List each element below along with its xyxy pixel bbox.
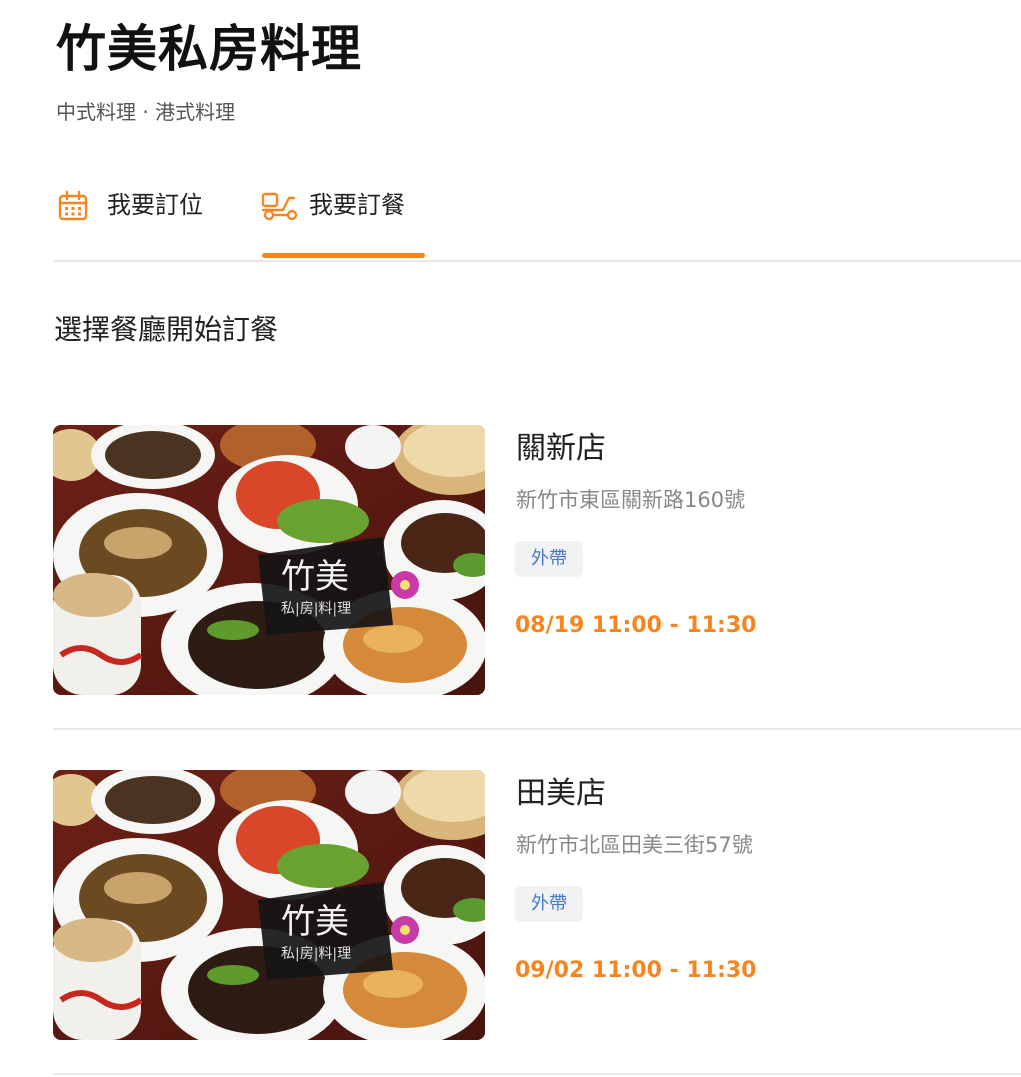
- pickup-time: 08/19 11:00 - 11:30: [515, 613, 757, 638]
- tab-reserve[interactable]: 我要訂位: [57, 190, 203, 262]
- store-photo: 竹美 私|房|料|理: [53, 770, 485, 1040]
- store-logo-main: 竹美: [281, 557, 349, 597]
- store-name: 田美店: [516, 776, 606, 811]
- store-logo-main: 竹美: [281, 902, 349, 942]
- pickup-time: 09/02 11:00 - 11:30: [515, 958, 757, 983]
- page-title: 竹美私房料理: [56, 20, 362, 78]
- restaurant-page: 竹美私房料理 中式料理 · 港式料理 我要訂位 我要訂餐 選擇餐廳開始訂餐 竹美…: [0, 0, 1021, 1077]
- tab-reserve-label: 我要訂位: [107, 191, 203, 219]
- store-card[interactable]: 竹美 私|房|料|理 田美店 新竹市北區田美三街57號 外帶 09/02 11:…: [53, 770, 1021, 1075]
- calendar-icon: [57, 190, 89, 222]
- section-title: 選擇餐廳開始訂餐: [54, 313, 279, 346]
- store-name: 關新店: [516, 431, 606, 466]
- takeout-badge: 外帶: [515, 541, 583, 577]
- store-card[interactable]: 竹美 私|房|料|理 關新店 新竹市東區關新路160號 外帶 08/19 11:…: [53, 425, 1021, 730]
- store-address: 新竹市北區田美三街57號: [516, 833, 753, 857]
- cuisine-subtitle: 中式料理 · 港式料理: [56, 100, 236, 124]
- takeout-badge: 外帶: [515, 886, 583, 922]
- store-logo-sub: 私|房|料|理: [281, 946, 351, 962]
- store-address: 新竹市東區關新路160號: [516, 488, 746, 512]
- tab-bar: 我要訂位 我要訂餐: [53, 168, 1021, 262]
- store-photo: 竹美 私|房|料|理: [53, 425, 485, 695]
- scooter-icon: [261, 190, 298, 222]
- tab-order[interactable]: 我要訂餐: [261, 190, 405, 262]
- active-tab-indicator: [262, 253, 425, 258]
- tab-order-label: 我要訂餐: [309, 191, 405, 219]
- store-logo-sub: 私|房|料|理: [281, 601, 351, 617]
